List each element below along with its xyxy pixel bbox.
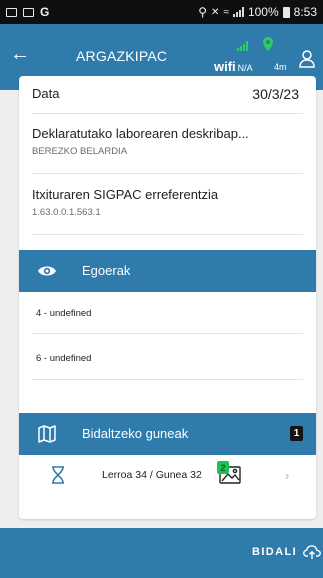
send-points-count-badge: 1: [290, 426, 303, 441]
states-title: Egoerak: [82, 263, 131, 278]
sigpac-label: Itxituraren SIGPAC erreferentzia: [32, 187, 219, 202]
crop-value: BEREZKO BELARDIA: [32, 146, 128, 157]
send-button[interactable]: BIDALI: [252, 546, 297, 558]
clock: 8:53: [293, 5, 317, 19]
screenshot-notification-icon: [23, 7, 34, 17]
battery-percent: 100%: [247, 5, 279, 19]
route-row[interactable]: Lerroa 34 / Gunea 32 2 ›: [19, 460, 316, 494]
map-icon: [37, 424, 57, 449]
bottom-bar: BIDALI: [0, 528, 323, 578]
divider: [32, 379, 303, 380]
wifi-label: wifi: [214, 59, 236, 74]
state-item-label: 4 - undefined: [36, 308, 92, 319]
battery-icon: [282, 6, 290, 18]
mute-status-icon: ✕: [211, 6, 220, 18]
user-icon[interactable]: [299, 50, 315, 73]
date-row: Data 30/3/23: [32, 86, 303, 102]
wifi-status: wifi N/A: [214, 59, 253, 74]
route-label: Lerroa 34 / Gunea 32: [102, 469, 202, 481]
eye-icon: [37, 261, 57, 286]
status-right: ⚲ ✕ ≈ 100% 8:53: [198, 5, 317, 19]
page-title: ARGAZKIPAC: [76, 48, 168, 64]
states-header[interactable]: Egoerak: [19, 250, 316, 292]
send-points-title: Bidaltzeko guneak: [82, 426, 189, 441]
wifi-value: N/A: [237, 63, 253, 73]
gps-accuracy: 4m: [274, 62, 287, 72]
chevron-right-icon[interactable]: ›: [285, 468, 289, 483]
gps-signal-icon: [237, 38, 249, 56]
location-status-icon: ⚲: [198, 5, 208, 19]
divider: [32, 234, 303, 235]
sigpac-row: Itxituraren SIGPAC erreferentzia 1.63.0.…: [32, 187, 303, 218]
location-pin-icon: [263, 37, 273, 56]
state-item-label: 6 - undefined: [36, 353, 92, 364]
status-left: G: [6, 5, 49, 19]
gallery-notification-icon: [6, 7, 17, 17]
status-bar: G ⚲ ✕ ≈ 100% 8:53: [0, 0, 323, 24]
date-value: 30/3/23: [252, 86, 299, 102]
divider: [32, 173, 303, 174]
sigpac-value: 1.63.0.0.1.563.1: [32, 207, 101, 218]
divider: [32, 333, 303, 334]
wifi-status-icon: ≈: [223, 6, 229, 18]
back-arrow-icon[interactable]: ←: [10, 44, 30, 64]
hourglass-icon: [51, 466, 65, 489]
cloud-upload-icon[interactable]: [303, 544, 321, 565]
crop-label: Deklaratutako laborearen deskribap...: [32, 126, 249, 141]
google-notification-icon: G: [40, 5, 50, 19]
detail-card: Data 30/3/23 Deklaratutako laborearen de…: [19, 76, 316, 519]
crop-row: Deklaratutako laborearen deskribap... BE…: [32, 126, 303, 157]
divider: [32, 113, 303, 114]
photo-count-badge: 2: [217, 461, 229, 474]
send-points-header[interactable]: Bidaltzeko guneak 1: [19, 413, 316, 455]
cell-signal-icon: [232, 7, 244, 17]
